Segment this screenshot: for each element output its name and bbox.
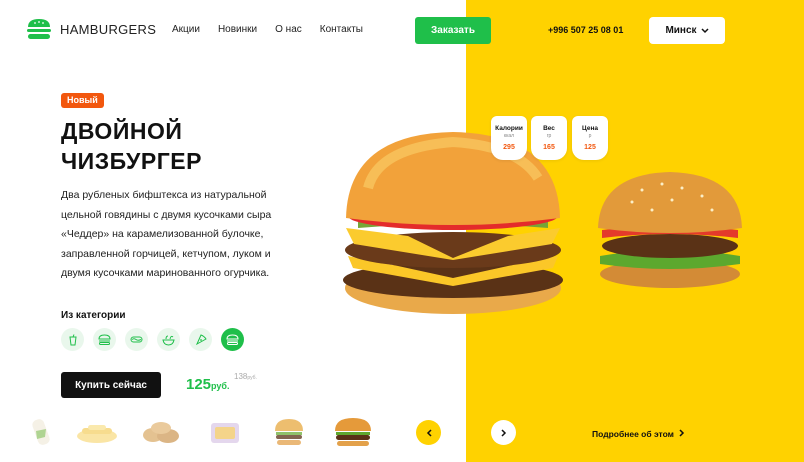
category-burgers[interactable]	[93, 328, 116, 351]
nuggets-thumb	[143, 422, 179, 443]
title-line-2: ЧИЗБУРГЕР	[61, 148, 202, 174]
salad-icon	[162, 335, 175, 346]
chevron-right-icon	[500, 428, 506, 437]
weight-unit: гр	[546, 133, 552, 139]
box-thumb	[211, 423, 239, 443]
category-pizza[interactable]	[189, 328, 212, 351]
burger-thumb	[335, 418, 371, 446]
category-list	[61, 328, 244, 351]
chevron-down-icon	[701, 27, 709, 33]
price-currency: руб.	[211, 381, 230, 391]
roll-thumb	[32, 419, 50, 445]
category-drinks[interactable]	[61, 328, 84, 351]
burger-icon	[98, 334, 111, 345]
chevron-left-icon	[426, 428, 432, 437]
next-button[interactable]	[491, 420, 516, 445]
title-line-1: ДВОЙНОЙ	[61, 118, 183, 144]
calories-value: 295	[503, 144, 515, 151]
main-nav: Акции Новинки О нас Контакты	[172, 24, 363, 35]
more-link-label: Подробнее об этом	[592, 429, 674, 439]
weight-value: 165	[543, 144, 555, 151]
product-title: ДВОЙНОЙ ЧИЗБУРГЕР	[61, 116, 321, 176]
drink-icon	[68, 333, 77, 345]
chevron-right-icon	[679, 429, 685, 437]
categories-title: Из категории	[61, 310, 126, 321]
thumb-burger-1[interactable]	[266, 414, 312, 450]
calories-unit: ккал	[503, 133, 515, 139]
main-burger-image	[343, 132, 563, 314]
fries-thumb	[77, 425, 117, 443]
category-salads[interactable]	[157, 328, 180, 351]
price-info-value: 125	[584, 144, 596, 151]
info-price: Цена р 125	[572, 116, 608, 160]
burger-icon	[226, 334, 239, 345]
thumb-nuggets[interactable]	[138, 414, 184, 450]
thumb-burger-2[interactable]	[330, 414, 376, 450]
prev-button[interactable]	[416, 420, 441, 445]
new-badge: Новый	[61, 93, 104, 108]
nav-contacts[interactable]: Контакты	[320, 24, 363, 35]
price-value: 125	[186, 376, 212, 393]
calories-label: Калории	[495, 125, 523, 132]
old-price-value: 138	[234, 372, 248, 381]
category-burgers-active[interactable]	[221, 328, 244, 351]
nav-about[interactable]: О нас	[275, 24, 302, 35]
thumb-box[interactable]	[202, 414, 248, 450]
thumb-roll[interactable]	[26, 414, 56, 450]
price-info-unit: р	[588, 133, 592, 139]
city-select[interactable]: Минск	[649, 17, 725, 44]
phone-number[interactable]: +996 507 25 08 01	[548, 25, 623, 35]
secondary-burger-image	[598, 172, 742, 288]
pizza-icon	[195, 333, 207, 345]
info-calories: Калории ккал 295	[491, 116, 527, 160]
price: 125руб.	[186, 376, 229, 393]
hotdog-icon	[130, 336, 143, 343]
logo-text: HAMBURGERS	[60, 21, 157, 37]
product-description: Два рубленых бифштекса из натуральной це…	[61, 189, 272, 280]
price-info-label: Цена	[582, 125, 598, 132]
old-price-currency: руб.	[247, 375, 257, 381]
nav-promo[interactable]: Акции	[172, 24, 200, 35]
buy-now-button[interactable]: Купить сейчас	[61, 372, 161, 398]
logo[interactable]: HAMBURGERS	[26, 18, 156, 40]
category-hotdogs[interactable]	[125, 328, 148, 351]
more-link[interactable]: Подробнее об этом	[592, 429, 685, 439]
info-weight: Вес гр 165	[531, 116, 567, 160]
weight-label: Вес	[543, 125, 555, 132]
city-label: Минск	[665, 25, 697, 36]
burger-thumb	[275, 419, 303, 445]
burger-logo-icon	[27, 19, 51, 39]
order-button[interactable]: Заказать	[415, 17, 491, 44]
nav-new[interactable]: Новинки	[218, 24, 257, 35]
product-thumbnails	[26, 414, 376, 450]
old-price: 138руб.	[234, 372, 257, 381]
thumb-fries[interactable]	[74, 414, 120, 450]
